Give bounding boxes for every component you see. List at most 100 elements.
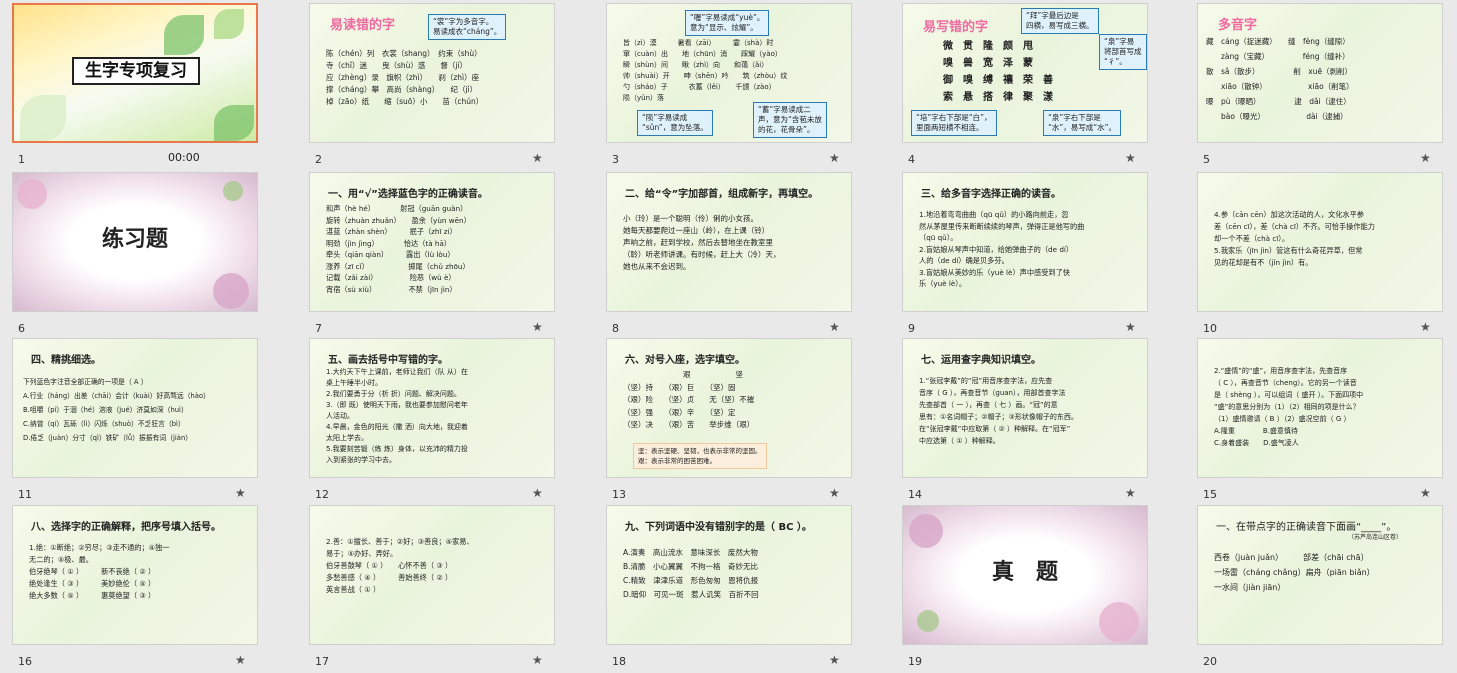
- slide-thumb-2[interactable]: 易读错的字 “裳”字为多音字。 易读成衣“cháng”。 陈（chén）列 衣裳…: [309, 3, 579, 169]
- slide-6[interactable]: 练习题: [12, 172, 258, 312]
- slide-thumb-1[interactable]: 生字专项复习 1 00:00: [12, 3, 282, 169]
- star-icon[interactable]: ★: [829, 653, 840, 667]
- slide-1-title: 生字专项复习: [72, 57, 200, 85]
- slide-thumb-13[interactable]: 六、对号入座，选字填空。 艰 坚 （坚）持 （艰）巨 （坚）固 （艰）险 （坚）…: [606, 338, 876, 504]
- slide-19-title: 真 题: [991, 560, 1058, 585]
- slide-10[interactable]: 4.参（cān cēn）加这次活动的人，文化水平参 差（cēn cī），差（ch…: [1197, 172, 1443, 312]
- slide-2[interactable]: 易读错的字 “裳”字为多音字。 易读成衣“cháng”。 陈（chén）列 衣裳…: [309, 3, 555, 143]
- star-icon[interactable]: ★: [1125, 320, 1136, 334]
- slide-1[interactable]: 生字专项复习: [12, 3, 258, 143]
- slide-5[interactable]: 多音字 藏 cáng（捉迷藏） 缝 fèng（缝隙） zàng（宝藏） féng…: [1197, 3, 1443, 143]
- slide-11[interactable]: 四、精挑细选。 下列蓝色字注音全部正确的一项是（ A ） A.行业（háng）出…: [12, 338, 258, 478]
- star-icon[interactable]: ★: [829, 151, 840, 165]
- slide-body: 皆（zì）漠 暑看（zāi） 霎（shà）时 窜（cuàn）出 地（chūn）消…: [623, 39, 788, 102]
- slide-9[interactable]: 三、给多音字选择正确的读音。 1.地沿着弯弯曲曲（qū qǔ）的小路向前走，忽 …: [902, 172, 1148, 312]
- slide-heading: 一、用“√”选择蓝色字的正确读音。: [328, 189, 488, 200]
- star-icon[interactable]: ★: [829, 320, 840, 334]
- note-callout: “培”字右下部是“白”， 里面两短横不相连。: [911, 110, 997, 136]
- slide-thumb-12[interactable]: 五、画去括号中写错的字。 1.大约天下午上课前，老师让我们（队 从）在 桌上午睡…: [309, 338, 579, 504]
- slide-heading: 四、精挑细选。: [31, 355, 101, 366]
- slide-heading: 多音字: [1218, 18, 1258, 33]
- slide-number: 4: [908, 153, 915, 166]
- slide-thumb-17[interactable]: 2.善：①擅长、善于；②好；③善良；④家易、 易于；⑤办好、弄好。 伯牙善鼓琴（…: [309, 505, 579, 671]
- note-callout: “蓄”字易读成二 声，意为“含苞未放 的花，花骨朵”。: [753, 102, 827, 138]
- leaf-decoration: [20, 95, 66, 141]
- flower-decoration: [1099, 602, 1139, 642]
- note-callout: “泉”字右下部是 “水”，易写成“水”。: [1043, 110, 1122, 136]
- flower-decoration: [909, 514, 943, 548]
- slide-body: 1.绝：①断绝；②穷尽；③走不通的；④独一 无二的；⑤极、最。 伯牙绝琴（ ① …: [29, 543, 170, 600]
- star-icon[interactable]: ★: [829, 486, 840, 500]
- slide-heading: 五、画去括号中写错的字。: [328, 355, 448, 366]
- slide-14[interactable]: 七、运用查字典知识填空。 1.“张冠李戴”的“冠”用音序查字法，应先查 音序（ …: [902, 338, 1148, 478]
- slide-heading: 三、给多音字选择正确的读音。: [921, 189, 1061, 200]
- slide-4[interactable]: 易写错的字 “拜”字最后边是 四横，易写成三横。 “泉”字易 将部首写成 “彳”…: [902, 3, 1148, 143]
- slide-thumb-11[interactable]: 四、精挑细选。 下列蓝色字注音全部正确的一项是（ A ） A.行业（háng）出…: [12, 338, 282, 504]
- star-icon[interactable]: ★: [1125, 486, 1136, 500]
- slide-body: 1.地沿着弯弯曲曲（qū qǔ）的小路向前走，忽 然从茅屋里传来断断续续的琴声，…: [919, 210, 1085, 288]
- slide-thumb-14[interactable]: 七、运用查字典知识填空。 1.“张冠李戴”的“冠”用音序查字法，应先查 音序（ …: [902, 338, 1172, 504]
- star-icon[interactable]: ★: [1125, 151, 1136, 165]
- slide-body: 和声（hè hé） 射冠（guān guàn） 旋转（zhuàn zhuǎn） …: [326, 204, 471, 294]
- star-icon[interactable]: ★: [1420, 151, 1431, 165]
- slide-heading: 一、在带点字的正确读音下面画“____”。: [1216, 522, 1397, 533]
- slide-number: 6: [18, 322, 25, 335]
- slide-thumb-18[interactable]: 九、下列词语中没有错别字的是（ BC ）。 A.演奏 高山流水 意味深长 废然大…: [606, 505, 876, 671]
- slide-thumb-3[interactable]: “喔”字易读成“yuè”。 意为“显示、炫耀”。 皆（zì）漠 暑看（zāi） …: [606, 3, 876, 169]
- slide-8[interactable]: 二、给“令”字加部首，组成新字，再填空。 小（玲）是一个聪明（伶）俐的小女孩。 …: [606, 172, 852, 312]
- star-icon[interactable]: ★: [532, 320, 543, 334]
- leaf-decoration: [214, 105, 254, 141]
- slide-13[interactable]: 六、对号入座，选字填空。 艰 坚 （坚）持 （艰）巨 （坚）固 （艰）险 （坚）…: [606, 338, 852, 478]
- slide-heading: 六、对号入座，选字填空。: [625, 355, 745, 366]
- slide-thumb-15[interactable]: 2.“盛情”的“盛”，用音序查字法，先查音序 （ C ），再查音节（cheng）…: [1197, 338, 1457, 504]
- slide-thumb-16[interactable]: 八、选择字的正确解释，把序号填入括号。 1.绝：①断绝；②穷尽；③走不通的；④独…: [12, 505, 282, 671]
- slide-15[interactable]: 2.“盛情”的“盛”，用音序查字法，先查音序 （ C ），再查音节（cheng）…: [1197, 338, 1443, 478]
- slide-heading: 易读错的字: [330, 18, 396, 33]
- slide-thumb-6[interactable]: 练习题 6: [12, 172, 282, 338]
- slide-body: A.演奏 高山流水 意味深长 废然大物 B.清脆 小心翼翼 不拘一格 奇妙无比 …: [623, 548, 759, 599]
- star-icon[interactable]: ★: [532, 653, 543, 667]
- slide-12[interactable]: 五、画去括号中写错的字。 1.大约天下午上课前，老师让我们（队 从）在 桌上午睡…: [309, 338, 555, 478]
- slide-3[interactable]: “喔”字易读成“yuè”。 意为“显示、炫耀”。 皆（zì）漠 暑看（zāi） …: [606, 3, 852, 143]
- note-callout: “喔”字易读成“yuè”。 意为“显示、炫耀”。: [685, 10, 770, 36]
- star-icon[interactable]: ★: [1420, 320, 1431, 334]
- leaf-decoration: [214, 9, 244, 39]
- slide-19[interactable]: 真 题: [902, 505, 1148, 645]
- star-icon[interactable]: ★: [532, 151, 543, 165]
- slide-thumb-7[interactable]: 一、用“√”选择蓝色字的正确读音。 和声（hè hé） 射冠（guān guàn…: [309, 172, 579, 338]
- slide-sorter-grid: 生字专项复习 1 00:00 易读错的字 “裳”字为多音字。 易读成衣“chán…: [0, 0, 1457, 673]
- slide-body: 2.“盛情”的“盛”，用音序查字法，先查音序 （ C ），再查音节（cheng）…: [1214, 367, 1364, 447]
- slide-16[interactable]: 八、选择字的正确解释，把序号填入括号。 1.绝：①断绝；②穷尽；③走不通的；④独…: [12, 505, 258, 645]
- flower-decoration: [917, 610, 939, 632]
- slide-18[interactable]: 九、下列词语中没有错别字的是（ BC ）。 A.演奏 高山流水 意味深长 废然大…: [606, 505, 852, 645]
- flower-decoration: [17, 179, 47, 209]
- slide-number: 13: [612, 488, 626, 501]
- slide-body: 艰 坚 （坚）持 （艰）巨 （坚）固 （艰）险 （坚）贞 无（坚）不摧 （坚）强…: [623, 370, 755, 429]
- slide-thumb-19[interactable]: 真 题 19: [902, 505, 1172, 671]
- slide-thumb-20[interactable]: 一、在带点字的正确读音下面画“____”。 （苏芦岛连山区卷） 西卷（juàn …: [1197, 505, 1457, 671]
- slide-number: 9: [908, 322, 915, 335]
- note-callout: “拜”字最后边是 四横，易写成三横。: [1021, 8, 1099, 34]
- slide-thumb-10[interactable]: 4.参（cān cēn）加这次活动的人，文化水平参 差（cēn cī），差（ch…: [1197, 172, 1457, 338]
- slide-17[interactable]: 2.善：①擅长、善于；②好；③善良；④家易、 易于；⑤办好、弄好。 伯牙善鼓琴（…: [309, 505, 555, 645]
- slide-20[interactable]: 一、在带点字的正确读音下面画“____”。 （苏芦岛连山区卷） 西卷（juàn …: [1197, 505, 1443, 645]
- slide-number: 19: [908, 655, 922, 668]
- slide-thumb-9[interactable]: 三、给多音字选择正确的读音。 1.地沿着弯弯曲曲（qū qǔ）的小路向前走，忽 …: [902, 172, 1172, 338]
- slide-7[interactable]: 一、用“√”选择蓝色字的正确读音。 和声（hè hé） 射冠（guān guàn…: [309, 172, 555, 312]
- star-icon[interactable]: ★: [235, 486, 246, 500]
- slide-body: 小（玲）是一个聪明（伶）俐的小女孩。 她每天都要爬过一座山（岭），在上课（铃） …: [623, 214, 781, 271]
- star-icon[interactable]: ★: [532, 486, 543, 500]
- slide-body: 陈（chén）列 衣裳（shang） 约束（shù） 寺（chǐ）迷 曳（shù…: [326, 49, 484, 106]
- slide-source: （苏芦岛连山区卷）: [1348, 534, 1403, 541]
- slide-number: 10: [1203, 322, 1217, 335]
- slide-number: 15: [1203, 488, 1217, 501]
- slide-thumb-4[interactable]: 易写错的字 “拜”字最后边是 四横，易写成三横。 “泉”字易 将部首写成 “彳”…: [902, 3, 1172, 169]
- star-icon[interactable]: ★: [1420, 486, 1431, 500]
- slide-thumb-5[interactable]: 多音字 藏 cáng（捉迷藏） 缝 fèng（缝隙） zàng（宝藏） féng…: [1197, 3, 1457, 169]
- leaf-decoration: [164, 15, 204, 55]
- flower-decoration: [213, 273, 249, 309]
- slide-number: 11: [18, 488, 32, 501]
- star-icon[interactable]: ★: [235, 653, 246, 667]
- slide-thumb-8[interactable]: 二、给“令”字加部首，组成新字，再填空。 小（玲）是一个聪明（伶）俐的小女孩。 …: [606, 172, 876, 338]
- note-callout: “裳”字为多音字。 易读成衣“cháng”。: [428, 14, 507, 40]
